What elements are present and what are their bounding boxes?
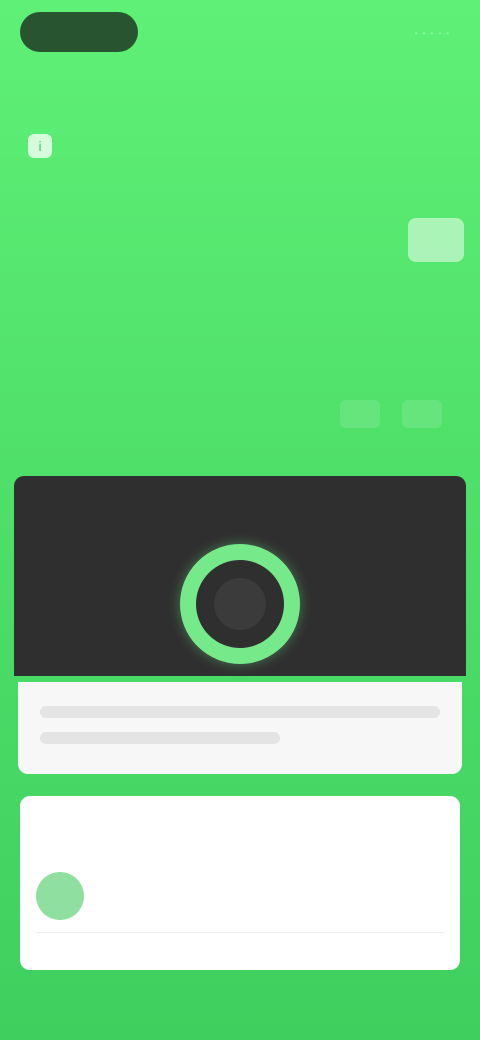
divider (36, 932, 444, 933)
activity-details (18, 682, 462, 774)
top-bar: · · · · · (20, 10, 460, 54)
summary-card[interactable] (20, 796, 460, 970)
section-action-1[interactable] (340, 400, 380, 428)
activity-card[interactable] (14, 476, 466, 676)
hero-subtitle-row[interactable]: i (16, 128, 52, 164)
detail-line (40, 732, 280, 744)
ring-center-value (214, 578, 266, 630)
section-header (16, 394, 464, 434)
avatar (36, 872, 84, 920)
progress-ring (180, 544, 300, 664)
account-pill[interactable] (20, 12, 138, 52)
detail-line (40, 706, 440, 718)
info-icon[interactable]: i (28, 134, 52, 158)
section-action-2[interactable] (402, 400, 442, 428)
hero-badge[interactable] (408, 218, 464, 262)
top-right-text[interactable]: · · · · · (414, 25, 460, 40)
section-actions (340, 400, 464, 428)
